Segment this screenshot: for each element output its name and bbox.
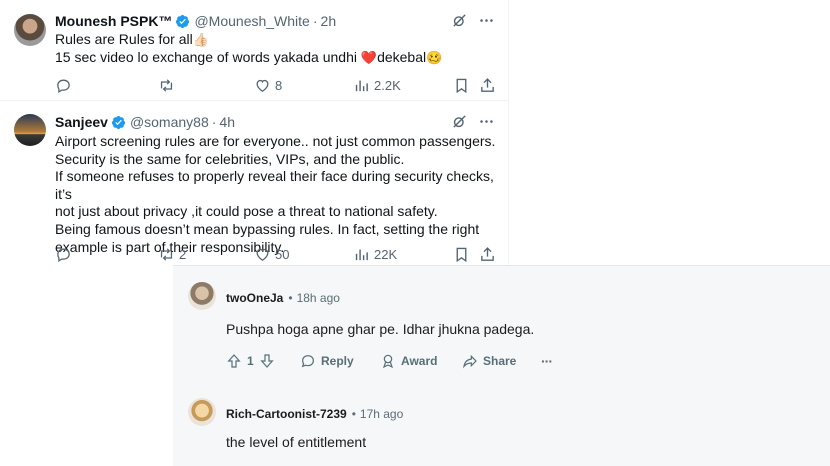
upvote-icon[interactable] xyxy=(226,353,242,369)
bookmark-icon xyxy=(456,247,467,262)
comment-header: twoOneJa • 18h ago xyxy=(226,291,340,305)
like-icon xyxy=(256,248,269,261)
repost-button[interactable]: 2 xyxy=(158,245,186,263)
repost-icon xyxy=(160,78,173,92)
like-icon xyxy=(256,79,269,92)
share-button[interactable] xyxy=(479,245,496,263)
award-button[interactable]: Award xyxy=(380,350,437,372)
tweet-line: Rules are Rules for all xyxy=(55,31,193,47)
repost-button[interactable] xyxy=(158,76,179,94)
avatar[interactable] xyxy=(14,114,46,146)
share-button[interactable] xyxy=(479,76,496,94)
reddit-comments: twoOneJa • 18h ago Pushpa hoga apne ghar… xyxy=(173,265,830,466)
separator: • xyxy=(288,291,293,305)
repost-icon xyxy=(160,247,173,261)
timestamp[interactable]: 2h xyxy=(321,13,337,29)
repost-count: 2 xyxy=(179,246,187,262)
share-icon xyxy=(481,77,494,92)
tweet-line: Airport screening rules are for everyone… xyxy=(55,133,496,149)
twitter-thread: Mounesh PSPK™ @Mounesh_White · 2h Rules … xyxy=(0,0,509,272)
tweet-header-actions xyxy=(451,12,495,29)
comment-author[interactable]: Rich-Cartoonist-7239 xyxy=(226,407,347,421)
share-label: Share xyxy=(483,354,517,368)
comment-time[interactable]: 17h ago xyxy=(360,407,403,421)
verified-icon xyxy=(111,115,125,129)
tweet-line: 15 sec video lo exchange of words yakada… xyxy=(55,48,361,65)
thumbs-up-icon: 👍🏻 xyxy=(192,32,209,47)
tweet-header: Mounesh PSPK™ @Mounesh_White · 2h xyxy=(55,12,336,30)
reply-icon xyxy=(57,248,70,262)
avatar[interactable] xyxy=(14,14,46,46)
separator: · xyxy=(312,13,318,29)
share-icon xyxy=(481,246,494,261)
tweet[interactable]: Sanjeev @somany88 · 4h Airport screening… xyxy=(0,101,509,272)
award-label: Award xyxy=(401,354,438,368)
views-icon xyxy=(355,80,368,91)
avatar[interactable] xyxy=(188,282,216,310)
grok-icon[interactable] xyxy=(451,113,468,130)
separator: · xyxy=(211,114,217,130)
bookmark-button[interactable] xyxy=(453,76,470,94)
like-button[interactable]: 8 xyxy=(254,76,282,94)
views-count: 2.2K xyxy=(374,77,401,93)
woozy-face-icon: 🥴 xyxy=(426,49,443,65)
avatar[interactable] xyxy=(188,398,216,426)
separator: • xyxy=(351,407,356,421)
like-count: 8 xyxy=(275,77,283,93)
tweet[interactable]: Mounesh PSPK™ @Mounesh_White · 2h Rules … xyxy=(0,0,509,101)
tweet-header: Sanjeev @somany88 · 4h xyxy=(55,113,235,131)
tweet-line: Being famous doesn’t mean bypassing rule… xyxy=(55,220,480,237)
author-name[interactable]: Sanjeev xyxy=(55,114,108,130)
tweet-line: dekebal xyxy=(377,48,427,65)
heart-icon: ❤️ xyxy=(360,49,378,65)
reply-label: Reply xyxy=(321,354,354,368)
reply-button[interactable] xyxy=(55,245,76,263)
reply-button[interactable]: Reply xyxy=(300,350,354,372)
comment-time[interactable]: 18h ago xyxy=(297,291,340,305)
more-icon: ··· xyxy=(541,353,553,369)
tweet-line: not just about privacy ,it could pose a … xyxy=(55,203,438,220)
author-handle[interactable]: @somany88 xyxy=(130,114,209,130)
reply-icon xyxy=(301,355,314,368)
reply-button[interactable] xyxy=(55,76,76,94)
comment-text: Pushpa hoga apne ghar pe. Idhar jhukna p… xyxy=(226,321,535,337)
tweet-text: Airport screening rules are for everyone… xyxy=(55,133,509,256)
comment-header: Rich-Cartoonist-7239 • 17h ago xyxy=(226,407,403,421)
tweet-header-actions xyxy=(451,113,495,130)
grok-icon[interactable] xyxy=(451,12,468,29)
comment-author[interactable]: twoOneJa xyxy=(226,291,283,305)
bookmark-icon xyxy=(456,78,467,93)
more-button[interactable]: ··· xyxy=(541,350,553,372)
author-name[interactable]: Mounesh PSPK™ xyxy=(55,13,172,29)
tweet-actions: 8 2.2K xyxy=(55,76,495,94)
vote-control: 1 xyxy=(226,350,275,372)
share-icon xyxy=(463,354,477,369)
like-count: 50 xyxy=(275,246,290,262)
tweet-text: Rules are Rules for all👍🏻 15 sec video l… xyxy=(55,31,442,66)
reply-icon xyxy=(57,79,70,93)
tweet-line: If someone refuses to properly reveal th… xyxy=(55,168,494,202)
views-icon xyxy=(355,249,368,260)
more-icon[interactable] xyxy=(478,12,495,29)
author-handle[interactable]: @Mounesh_White xyxy=(194,13,309,29)
award-icon xyxy=(382,354,394,369)
views-button[interactable]: 22K xyxy=(353,245,397,263)
like-button[interactable]: 50 xyxy=(254,245,289,263)
share-button[interactable]: Share xyxy=(462,350,516,372)
tweet-actions: 2 50 22K xyxy=(55,245,495,263)
vote-count: 1 xyxy=(247,354,254,368)
views-button[interactable]: 2.2K xyxy=(353,76,401,94)
comment-text: the level of entitlement xyxy=(226,434,367,450)
downvote-icon[interactable] xyxy=(259,353,275,369)
bookmark-button[interactable] xyxy=(453,245,470,263)
more-icon[interactable] xyxy=(478,113,495,130)
timestamp[interactable]: 4h xyxy=(219,114,235,130)
tweet-line: Security is the same for celebrities, VI… xyxy=(55,150,405,167)
views-count: 22K xyxy=(374,246,398,262)
verified-icon xyxy=(176,14,190,28)
